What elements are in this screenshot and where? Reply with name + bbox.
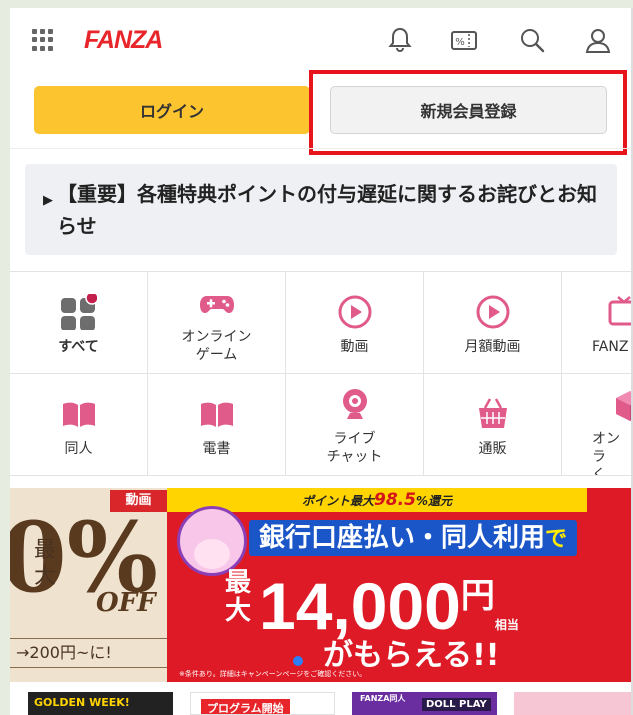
divider <box>10 148 633 149</box>
sale-price: →200円~に! <box>10 638 167 668</box>
thumb-extra[interactable] <box>514 692 633 715</box>
tv-icon <box>608 296 633 326</box>
important-notice[interactable]: ▶ 【重要】各種特典ポイントの付与遅延に関するお詫びとお知らせ <box>25 164 617 255</box>
basket-icon <box>478 398 507 428</box>
promo-banner[interactable]: 0% 動画 最 大 OFF →200円~に! ポイント最大98.5%還元 銀行口… <box>10 488 633 682</box>
box-icon <box>616 391 633 421</box>
notice-text: 【重要】各種特典ポイントの付与遅延に関するお詫びとお知らせ <box>57 182 597 238</box>
webcam-icon <box>342 389 367 419</box>
banner-bank-campaign[interactable]: ポイント最大98.5%還元 銀行口座払い・同人利用で 最大 14,000円相当 が… <box>167 488 633 682</box>
header: FANZA % <box>10 8 633 72</box>
category-monthly-video[interactable]: 月額動画 <box>424 272 562 374</box>
category-ebook[interactable]: 電書 <box>148 374 286 476</box>
point-strip: ポイント最大98.5%還元 <box>167 488 587 512</box>
carousel-indicator[interactable] <box>293 656 303 666</box>
category-video[interactable]: 動画 <box>286 272 424 374</box>
category-label: FANZ <box>592 339 629 355</box>
notice-marker: ▶ <box>43 193 53 208</box>
category-label: 動画 <box>340 339 369 355</box>
thumb-doll-play[interactable]: FANZA同人 DOLL PLAY <box>352 692 497 715</box>
fanza-logo[interactable]: FANZA <box>84 26 163 55</box>
category-fanza-tv[interactable]: FANZ <box>562 272 633 374</box>
category-live-chat[interactable]: ライブ チャット <box>286 374 424 476</box>
highlight-box <box>309 70 627 155</box>
category-all[interactable]: すべて <box>10 272 148 374</box>
sale-off: OFF <box>96 588 156 618</box>
category-label: すべて <box>58 339 99 355</box>
search-icon[interactable] <box>518 26 546 54</box>
bell-icon[interactable] <box>386 26 414 54</box>
all-grid-icon <box>60 294 97 330</box>
coupon-icon[interactable]: % <box>450 26 478 54</box>
play-circle-icon <box>476 295 509 329</box>
bank-headline: 銀行口座払い・同人利用で <box>249 520 578 556</box>
category-label: 電書 <box>202 441 231 457</box>
user-icon[interactable] <box>584 26 612 54</box>
category-label: オンラ く <box>592 431 620 476</box>
gamepad-icon <box>199 296 234 313</box>
page-frame: FANZA % ログイン 新規会員登録 ▶ 【重要】各種特典ポイントの付与遅延に… <box>10 8 633 715</box>
category-grid: すべて オンライン ゲーム 動画 月額動画 FANZ 同人 電書 ライブ チャッ… <box>10 271 633 476</box>
category-online-game[interactable]: オンライン ゲーム <box>148 272 286 374</box>
category-label: 同人 <box>64 441 93 457</box>
category-label: ライブ チャット <box>326 431 383 465</box>
category-online-crane[interactable]: オンラ く <box>562 374 633 476</box>
category-doujin[interactable]: 同人 <box>10 374 148 476</box>
fine-print: ※条件あり。詳細はキャンペーンページをご確認ください。 <box>179 670 367 678</box>
coupon-percent: % <box>455 37 465 48</box>
thumb-golden-week[interactable]: GOLDEN WEEK! <box>28 692 173 715</box>
book-icon <box>62 402 95 427</box>
category-mail-order[interactable]: 通販 <box>424 374 562 476</box>
login-button[interactable]: ログイン <box>34 86 310 134</box>
category-label: オンライン ゲーム <box>181 329 252 363</box>
banner-tag: 動画 <box>110 490 167 512</box>
play-circle-icon <box>338 295 371 329</box>
thumb-program[interactable]: プログラム開始 <box>190 692 335 715</box>
thumbnail-row: GOLDEN WEEK! プログラム開始 FANZA同人 DOLL PLAY <box>10 692 633 715</box>
menu-grid-icon[interactable] <box>32 29 54 51</box>
book-icon <box>200 402 233 427</box>
category-label: 月額動画 <box>464 339 521 355</box>
sale-kanji: 最 大 <box>34 538 57 589</box>
category-label: 通販 <box>478 441 507 457</box>
banner-video-sale[interactable]: 0% 動画 最 大 OFF →200円~に! <box>10 488 167 682</box>
